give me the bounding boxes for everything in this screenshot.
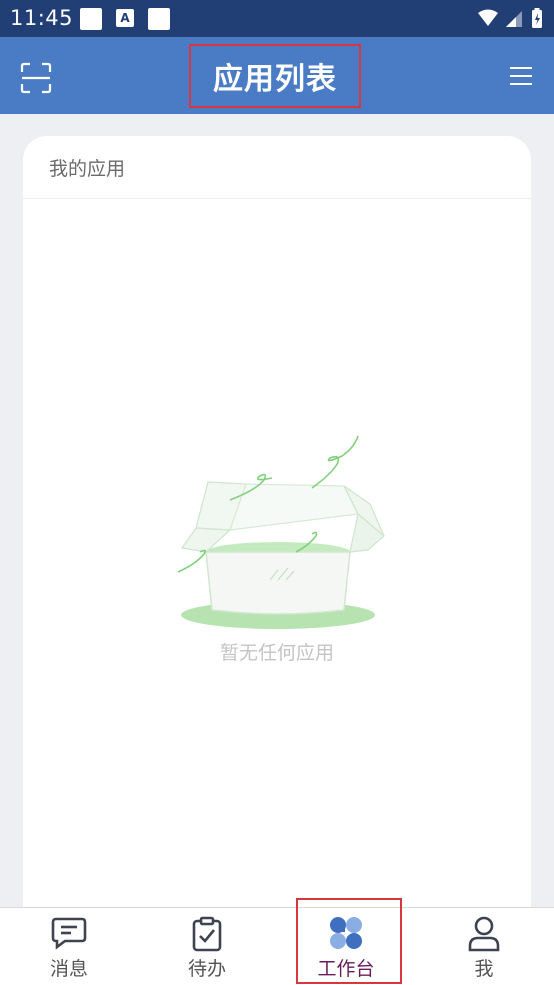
clipboard-check-icon [191,916,223,956]
empty-box-illustration [168,432,388,636]
my-apps-card: 我的应用 暂无任何应用 [23,136,531,926]
menu-icon[interactable] [510,67,532,89]
scan-icon[interactable] [20,62,52,98]
notification-icon [80,8,102,30]
app-header: 应用列表 [0,37,554,114]
system-icons [476,7,546,35]
wifi-icon [478,9,498,26]
section-title: 我的应用 [23,136,531,199]
message-icon [51,916,87,954]
status-time: 11:45 [10,6,74,30]
notification-icon [148,8,170,30]
tab-label: 我 [474,958,494,980]
tab-label: 待办 [187,958,226,980]
tab-me[interactable]: 我 [415,908,553,985]
bottom-tab-bar: 消息 待办 工作台 我 [0,898,554,985]
app-notification-icon: A [116,9,134,27]
tab-label: 消息 [49,958,88,980]
empty-state-text: 暂无任何应用 [219,642,334,664]
tab-messages[interactable]: 消息 [0,908,138,985]
user-icon [467,916,501,956]
page-title: 应用列表 [189,44,361,108]
status-bar: 11:45 A [0,0,554,37]
tab-todo[interactable]: 待办 [138,908,276,985]
active-tab-highlight [296,898,402,984]
